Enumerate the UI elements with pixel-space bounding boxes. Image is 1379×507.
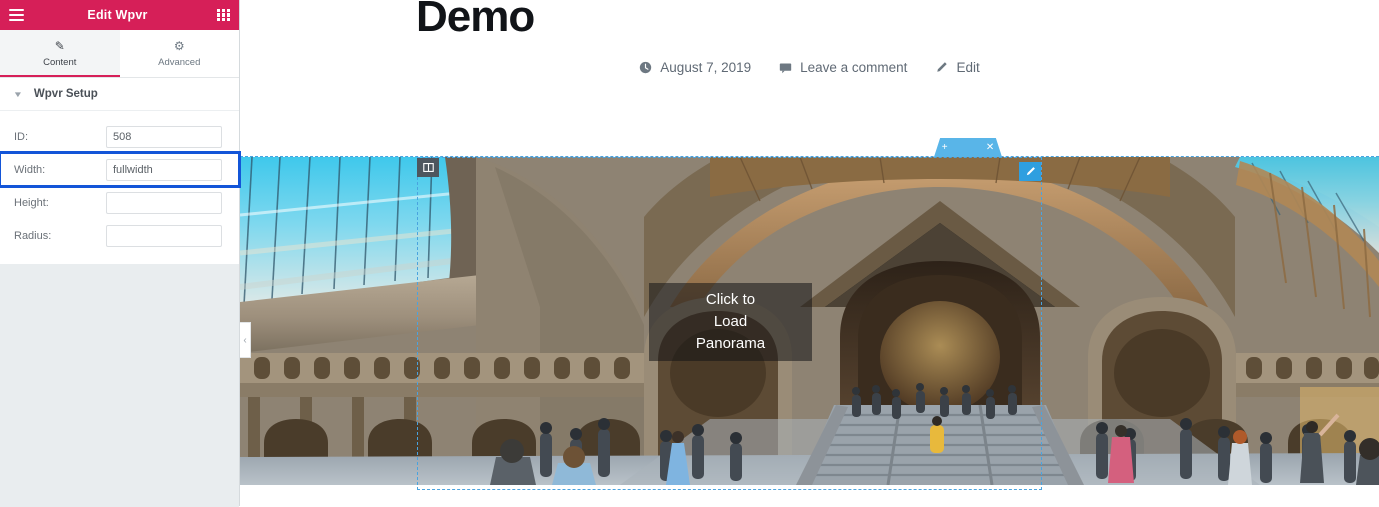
meta-comment-label: Leave a comment [800, 60, 908, 75]
chevron-down-icon: ▼ [12, 89, 24, 99]
input-width[interactable] [106, 158, 222, 181]
label-radius: Radius: [14, 229, 52, 242]
meta-date[interactable]: August 7, 2019 [639, 60, 751, 75]
close-icon[interactable]: ✕ [986, 142, 994, 153]
pencil-icon [935, 61, 948, 74]
column-handle-icon[interactable] [417, 158, 439, 177]
panel-collapse-arrow[interactable]: ‹ [240, 322, 251, 358]
grid-apps-icon[interactable] [217, 8, 230, 22]
label-id: ID: [14, 130, 29, 143]
click-to-load-panorama-overlay[interactable]: Click to Load Panorama [649, 283, 812, 361]
panel-tabs: ✎ Content ⚙ Advanced [0, 30, 239, 78]
section-dashed-outline [240, 156, 1379, 158]
elementor-panel: Edit Wpvr ✎ Content ⚙ Advanced ▼ Wpvr Se… [0, 0, 241, 507]
tab-content[interactable]: ✎ Content [0, 30, 120, 77]
clock-icon [639, 61, 652, 74]
panel-header: Edit Wpvr [0, 0, 239, 30]
overlay-line-3: Panorama [695, 334, 766, 352]
post-meta: August 7, 2019 Leave a comment Edit [240, 60, 1379, 75]
gear-icon: ⚙ [173, 38, 185, 53]
plus-icon[interactable]: + [942, 142, 948, 153]
panel-title: Edit Wpvr [87, 8, 148, 22]
field-row-id: ID: [0, 120, 239, 153]
overlay-line-1: Click to [705, 291, 756, 309]
widget-edit-pencil-icon[interactable] [1019, 162, 1041, 181]
field-row-radius: Radius: [0, 219, 239, 252]
meta-edit-label: Edit [956, 60, 980, 75]
meta-edit[interactable]: Edit [935, 60, 980, 75]
column-glyph [422, 163, 434, 172]
section-title: Wpvr Setup [33, 88, 98, 100]
page-title: Demo [416, 0, 535, 41]
comment-icon [779, 61, 792, 74]
meta-comment[interactable]: Leave a comment [779, 60, 907, 75]
pencil-glyph [1026, 167, 1035, 176]
overlay-line-2: Load [713, 313, 748, 331]
field-row-height: Height: [0, 186, 239, 219]
tab-content-label: Content [43, 56, 77, 68]
panel-empty-area [0, 264, 239, 507]
section-toolbar: + ✕ [934, 138, 1002, 157]
input-radius[interactable] [106, 224, 222, 247]
tab-advanced-label: Advanced [158, 56, 201, 68]
label-height: Height: [14, 196, 49, 209]
section-header-wpvr-setup[interactable]: ▼ Wpvr Setup [0, 78, 239, 111]
panel-form: ID: Width: Height: Radius: [0, 111, 241, 264]
input-height[interactable] [106, 191, 222, 214]
field-row-width: Width: [0, 151, 241, 188]
meta-date-label: August 7, 2019 [660, 60, 752, 75]
tab-advanced[interactable]: ⚙ Advanced [119, 30, 239, 77]
input-id[interactable] [106, 125, 222, 148]
label-width: Width: [14, 163, 46, 176]
pencil-icon: ✎ [54, 38, 65, 53]
preview-frame: Demo August 7, 2019 Leave a comment Edit… [240, 0, 1379, 506]
